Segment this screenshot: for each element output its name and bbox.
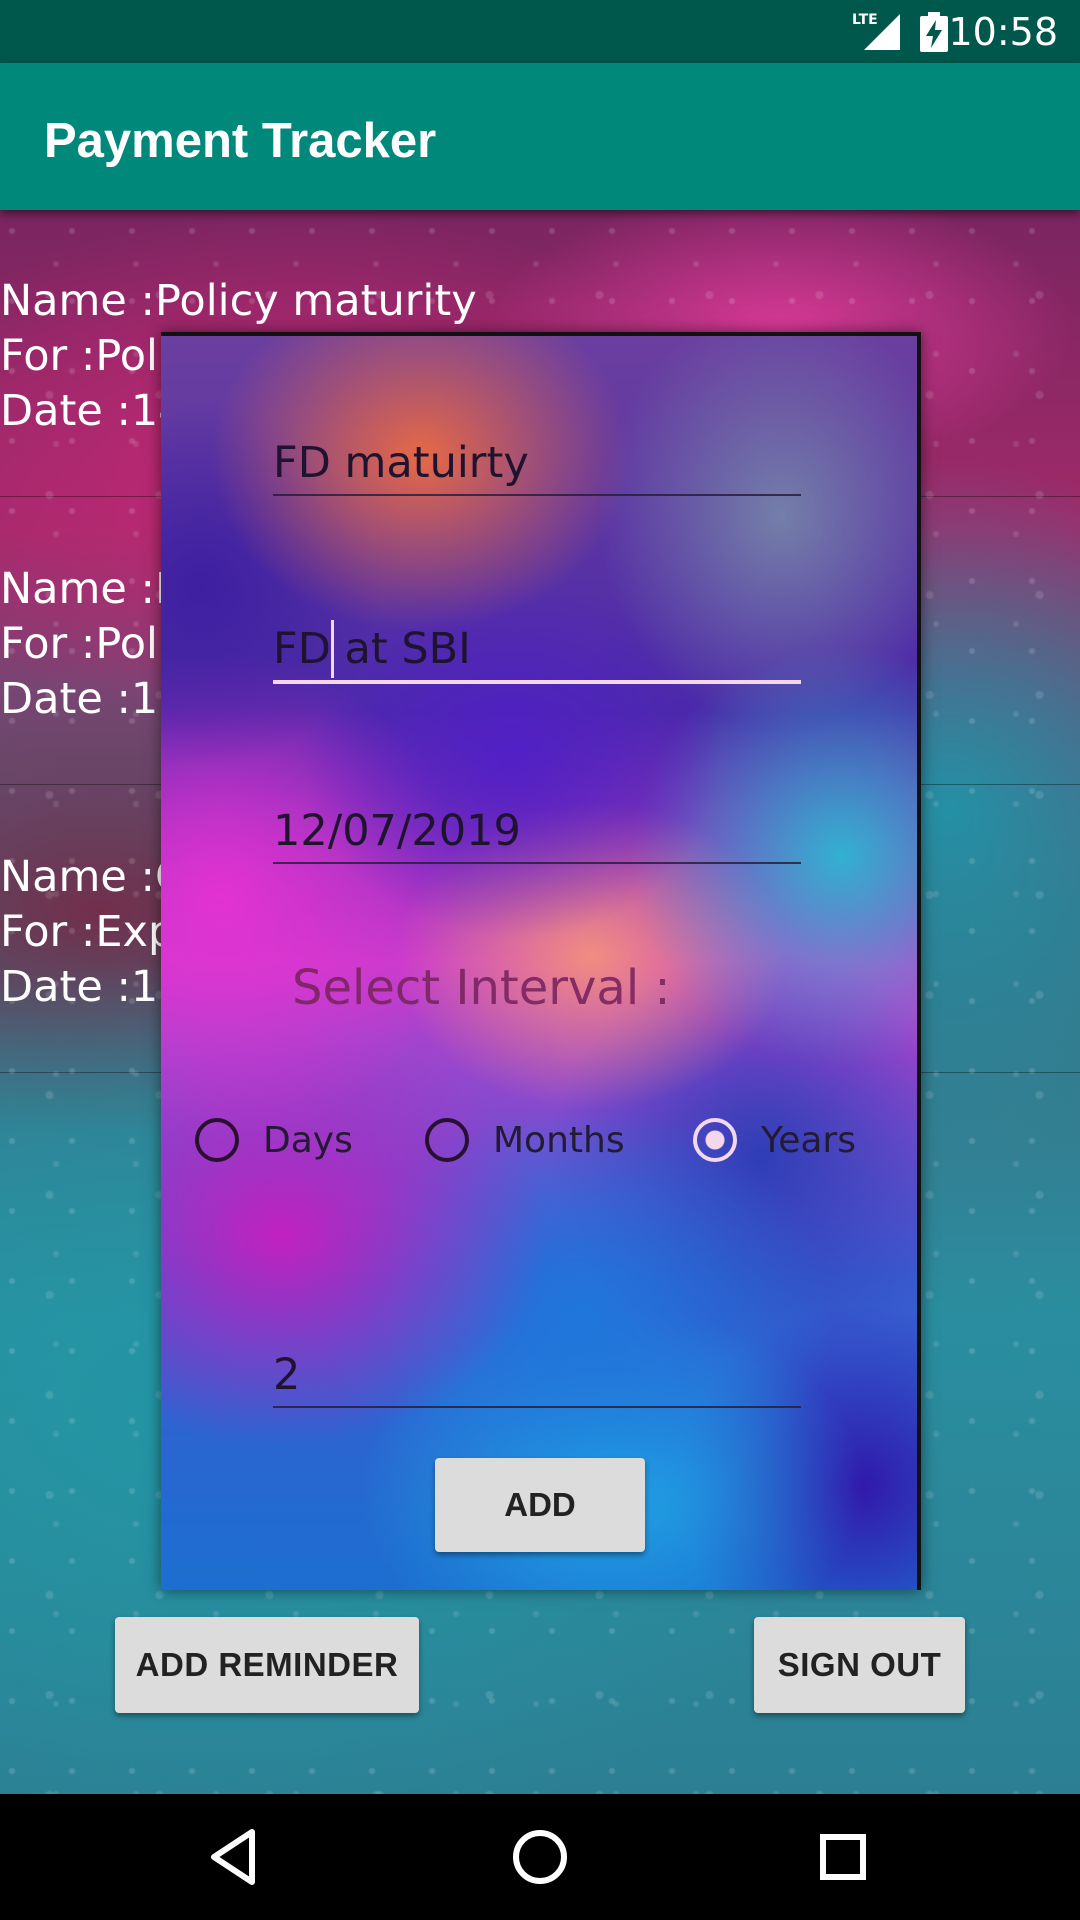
entry-name: Name :C [0, 852, 186, 902]
back-icon[interactable] [200, 1822, 270, 1892]
app-title: Payment Tracker [44, 114, 437, 168]
name-field[interactable]: FD matuirty [273, 432, 801, 496]
radio-button-icon[interactable] [195, 1118, 239, 1162]
date-field-value: 12/07/2019 [273, 806, 521, 856]
radio-button-icon[interactable] [425, 1118, 469, 1162]
radio-label: Days [263, 1120, 353, 1161]
status-bar: LTE 10:58 [0, 0, 1080, 63]
svg-text:LTE: LTE [852, 12, 878, 28]
interval-count-field[interactable]: 2 [273, 1344, 801, 1408]
radio-label: Years [761, 1120, 856, 1161]
entry-date: Date :12 [0, 962, 186, 1012]
add-reminder-dialog: FD matuirty FD at SBI 12/07/2019 Select … [161, 332, 921, 1590]
recents-icon[interactable] [808, 1822, 878, 1892]
interval-label: Select Interval : [292, 960, 671, 1016]
interval-count-value: 2 [273, 1350, 301, 1400]
list-item[interactable]: Name :P For :Poli Date :15 [0, 562, 186, 727]
entry-name: Name :Policy maturity [0, 276, 477, 326]
description-field[interactable]: FD at SBI [273, 618, 801, 684]
home-icon[interactable] [505, 1822, 575, 1892]
add-button[interactable]: ADD [435, 1458, 645, 1552]
entry-date: Date :15 [0, 674, 186, 724]
clock: 10:58 [948, 10, 1058, 54]
sign-out-button[interactable]: SIGN OUT [754, 1617, 965, 1713]
lte-signal-icon: LTE [852, 12, 900, 50]
navigation-bar [0, 1794, 1080, 1920]
date-field[interactable]: 12/07/2019 [273, 800, 801, 864]
name-field-value: FD matuirty [273, 438, 529, 488]
description-field-value: FD at SBI [273, 624, 471, 674]
list-item[interactable]: Name :C For :Exp Date :12 [0, 850, 186, 1015]
app-bar: Payment Tracker [0, 63, 1080, 210]
text-cursor [331, 620, 334, 678]
entry-name: Name :P [0, 564, 181, 614]
entry-for: For :Exp [0, 907, 176, 957]
add-reminder-button[interactable]: ADD REMINDER [115, 1617, 419, 1713]
radio-button-checked-icon[interactable] [693, 1118, 737, 1162]
radio-label: Months [493, 1120, 625, 1161]
entry-for: For :Poli [0, 619, 170, 669]
battery-charging-icon [920, 12, 948, 52]
